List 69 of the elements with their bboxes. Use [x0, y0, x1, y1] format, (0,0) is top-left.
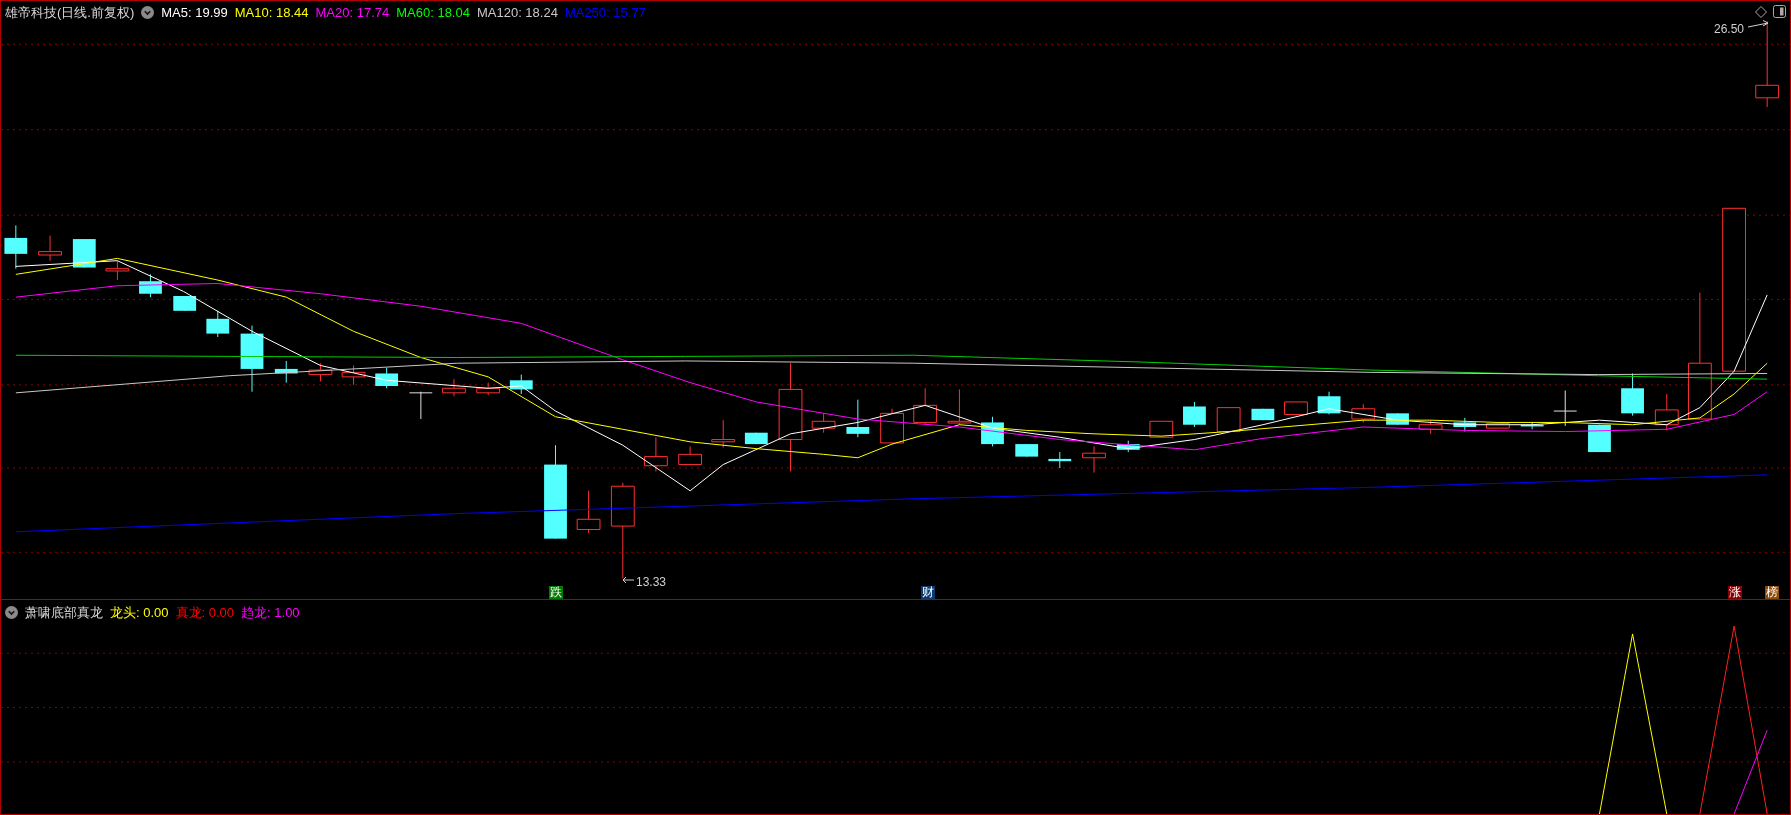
- moving-average-value: MA5: 19.99: [161, 4, 228, 22]
- signal-badge: 财: [921, 586, 935, 599]
- candlestick: [644, 436, 668, 472]
- candlestick: [206, 310, 230, 338]
- candlestick: [711, 419, 736, 448]
- candlestick: [408, 391, 433, 420]
- candlestick: [240, 325, 264, 393]
- candlestick: [1048, 451, 1072, 469]
- candlestick: [1082, 445, 1106, 474]
- candlestick: [1251, 408, 1275, 421]
- low-price-label: 13.33: [636, 574, 667, 591]
- collapse-icon[interactable]: [141, 6, 155, 20]
- candlestick: [341, 365, 366, 386]
- candlestick: [1116, 440, 1140, 453]
- candlestick: [811, 412, 836, 434]
- candlestick: [274, 360, 298, 384]
- candlestick: [1317, 391, 1341, 415]
- candlestick: [308, 362, 333, 382]
- candlestick: [913, 387, 938, 426]
- candlestick: [509, 374, 533, 395]
- candlestick: [1486, 423, 1510, 429]
- candlestick: [576, 490, 601, 534]
- moving-average-value: MA20: 17.74: [315, 4, 390, 22]
- candlestick: [1216, 407, 1241, 433]
- candlestick: [476, 382, 501, 396]
- indicator-value: 真龙: 0.00: [175, 604, 235, 622]
- indicator-value: 趋龙: 1.00: [241, 604, 300, 622]
- signal-badge: 跌: [549, 586, 563, 599]
- candlestick: [139, 273, 162, 298]
- moving-average-value: MA10: 18.44: [234, 4, 309, 22]
- candlestick: [846, 399, 870, 438]
- candlestick: [72, 238, 96, 269]
- candlestick: [1386, 412, 1409, 426]
- indicator-title: 萧啸底部真龙: [25, 604, 103, 622]
- candlestick: [880, 408, 904, 445]
- candlestick: [105, 260, 130, 281]
- moving-average-value: MA120: 18.24: [476, 4, 558, 22]
- candlestick: [947, 388, 972, 426]
- candlestick: [1520, 421, 1544, 430]
- candlestick: [1015, 443, 1039, 458]
- candlestick: [1588, 424, 1611, 453]
- indicator-value: 龙头: 0.00: [110, 604, 169, 622]
- candlestick: [981, 416, 1004, 447]
- panel-toggle-icon[interactable]: [1773, 5, 1786, 18]
- arrow-icon: [622, 576, 634, 584]
- candlestick: [678, 445, 703, 466]
- candlestick: [744, 432, 768, 445]
- diamond-icon[interactable]: [1755, 6, 1767, 18]
- candlestick: [38, 235, 62, 262]
- candlestick: [1621, 372, 1644, 417]
- signal-badge: 榜: [1765, 586, 1779, 599]
- candlestick: [1183, 401, 1206, 428]
- candlestick: [173, 295, 197, 312]
- candlestick: [4, 224, 28, 270]
- candlestick: [1553, 390, 1578, 427]
- candlestick: [442, 378, 466, 397]
- candlestick: [1351, 403, 1376, 423]
- arrow-icon: [1748, 20, 1770, 30]
- candlestick: [1284, 401, 1308, 415]
- stock-title: 雄帝科技(日线.前复权): [5, 4, 135, 22]
- signal-badge: 涨: [1728, 586, 1742, 599]
- candlestick: [1418, 419, 1443, 435]
- high-price-label: 26.50: [1714, 21, 1745, 38]
- collapse-icon[interactable]: [5, 606, 18, 620]
- moving-average-value: MA250: 15.77: [564, 4, 646, 22]
- candlestick: [1453, 417, 1477, 433]
- candlestick: [1654, 393, 1679, 431]
- moving-average-value: MA60: 18.04: [396, 4, 470, 22]
- candlestick: [375, 367, 399, 389]
